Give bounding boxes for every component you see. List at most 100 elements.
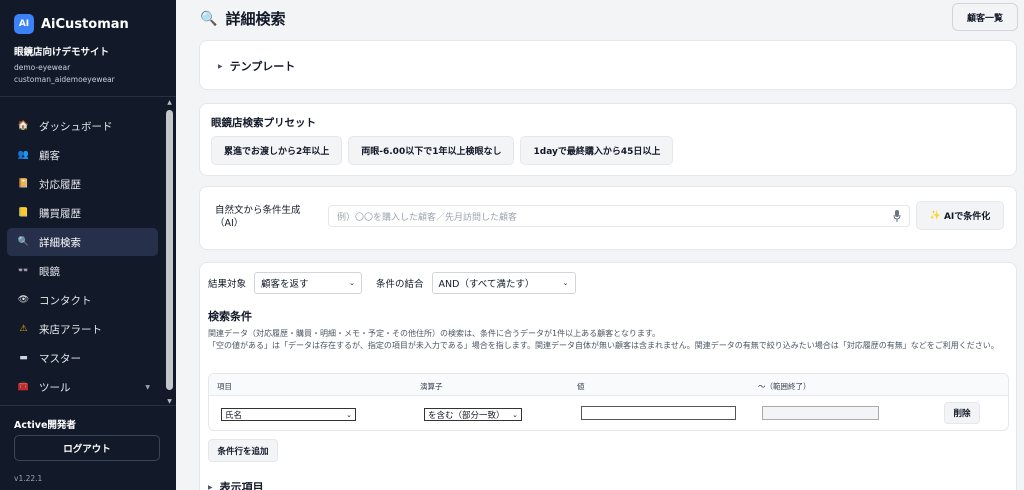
- sidebar-item-contacts[interactable]: 👁 コンタクト: [7, 286, 158, 314]
- sidebar-item-tools[interactable]: 🧰 ツール ▼: [7, 373, 158, 401]
- conditions-title: 検索条件: [208, 310, 252, 323]
- value-input[interactable]: [581, 406, 736, 420]
- caret-right-icon: ▶: [208, 483, 213, 490]
- display-items-label: 表示項目: [219, 481, 264, 490]
- help-line-2: 「空の値がある」は「データは存在するが、指定の項目が未入力である」場合を指します…: [208, 340, 999, 350]
- target-select[interactable]: 顧客を返す ⌄: [254, 272, 363, 294]
- field-select[interactable]: 氏名 ⌄: [221, 408, 356, 421]
- column-header-value: 値: [577, 382, 585, 391]
- table-row: 氏名 ⌄ を含む（部分一致） ⌄ 削除: [209, 396, 1008, 430]
- preset-button[interactable]: 1dayで最終購入から45日以上: [520, 136, 674, 165]
- search-card: 結果対象 顧客を返す ⌄ 条件の結合 AND（すべて満たす） ⌄ 検索条件 関連デー…: [199, 262, 1017, 490]
- logout-button[interactable]: ログアウト: [14, 435, 160, 461]
- notebook-icon: 📔: [17, 179, 30, 189]
- column-header-operator: 演算子: [420, 382, 443, 391]
- glasses-icon: 👓: [17, 266, 30, 276]
- template-label: テンプレート: [229, 60, 296, 73]
- version-label: v1.22.1: [14, 474, 43, 483]
- table-header: 項目 演算子 値 〜（範囲終了）: [209, 374, 1008, 396]
- conditions-help: 関連データ（対応履歴・購買・明細・メモ・予定・その他住所）の検索は、条件に合うデ…: [208, 328, 1008, 351]
- target-label: 結果対象: [208, 279, 247, 290]
- magnifier-icon: 🔍: [200, 10, 218, 27]
- folder-icon: ▬: [19, 353, 28, 363]
- ai-conditionize-label: AIで条件化: [943, 212, 991, 222]
- site-meta: demo-eyewear customan_aidemoeyewear: [0, 58, 176, 86]
- sparkles-icon: ✨: [929, 210, 941, 221]
- column-header-field: 項目: [217, 382, 232, 391]
- combine-label: 条件の結合: [376, 279, 424, 290]
- sidebar-nav: 🏠 ダッシュボード 👥 顧客 📔 対応履歴 📒 購買履歴 🔍 詳細検索 👓 眼鏡 👁 コンタク…: [0, 97, 176, 401]
- display-items-toggle[interactable]: ▶ 表示項目: [208, 479, 264, 490]
- preset-button[interactable]: 累進でお渡しから2年以上: [211, 136, 343, 165]
- sidebar-item-support-history[interactable]: 📔 対応履歴: [7, 170, 158, 198]
- presets-card: 眼鏡店検索プリセット 累進でお渡しから2年以上 両眼-6.00以下で1年以上検眼…: [199, 103, 1017, 176]
- ai-conditionize-button[interactable]: ✨ AIで条件化: [916, 201, 1004, 230]
- warning-icon: ⚠: [19, 324, 28, 334]
- presets-title: 眼鏡店検索プリセット: [211, 117, 316, 129]
- natural-language-label-line2: （AI）: [215, 218, 244, 229]
- help-line-1: 関連データ（対応履歴・購買・明細・メモ・予定・その他住所）の検索は、条件に合うデ…: [208, 329, 661, 338]
- sidebar-item-label: 対応履歴: [39, 178, 81, 191]
- sidebar-item-label: 顧客: [39, 149, 60, 162]
- page-title-text: 詳細検索: [225, 10, 286, 28]
- natural-language-label: 自然文から条件生成 （AI）: [215, 204, 301, 230]
- operator-select[interactable]: を含む（部分一致） ⌄: [424, 408, 522, 421]
- natural-language-label-line1: 自然文から条件生成: [215, 205, 301, 216]
- target-select-value: 顧客を返す: [261, 279, 309, 290]
- template-card: ▶ テンプレート: [199, 40, 1017, 90]
- user-name: Active開発者: [14, 420, 76, 431]
- scroll-down-icon[interactable]: ▼: [165, 397, 174, 406]
- field-select-value: 氏名: [225, 410, 243, 421]
- sidebar-item-label: ダッシュボード: [39, 120, 113, 133]
- sidebar-item-master[interactable]: ▬ マスター: [7, 344, 158, 372]
- range-end-input: [762, 406, 879, 420]
- scroll-up-icon[interactable]: ▲: [165, 98, 174, 107]
- house-icon: 🏠: [17, 121, 30, 131]
- chevron-down-icon: ▼: [145, 383, 150, 391]
- sidebar-item-label: ツール: [39, 381, 71, 394]
- scroll-thumb[interactable]: [166, 110, 173, 390]
- add-condition-button[interactable]: 条件行を追加: [208, 439, 278, 462]
- sidebar-item-label: 来店アラート: [39, 323, 102, 336]
- brand-logo-icon: AI: [14, 14, 34, 34]
- sidebar-item-purchase-history[interactable]: 📒 購買履歴: [7, 199, 158, 227]
- sidebar: AI AiCustoman 眼鏡店向けデモサイト demo-eyewear cu…: [0, 0, 176, 490]
- microphone-icon[interactable]: [893, 210, 901, 222]
- sidebar-item-label: マスター: [39, 352, 81, 365]
- operator-select-value: を含む（部分一致）: [428, 410, 505, 421]
- main-content: 🔍 詳細検索 顧客一覧 ▶ テンプレート 眼鏡店検索プリセット 累進でお渡しから…: [176, 0, 1024, 490]
- chevron-down-icon: ⌄: [512, 410, 518, 419]
- site-name: 眼鏡店向けデモサイト: [14, 47, 110, 58]
- chevron-down-icon: ⌄: [349, 279, 356, 287]
- sidebar-item-dashboard[interactable]: 🏠 ダッシュボード: [7, 112, 158, 140]
- sidebar-item-advanced-search[interactable]: 🔍 詳細検索: [7, 228, 158, 256]
- sidebar-item-label: 購買履歴: [39, 207, 81, 220]
- combine-select[interactable]: AND（すべて満たす） ⌄: [431, 272, 576, 294]
- sidebar-scrollbar[interactable]: ▲ ▼: [165, 97, 174, 407]
- site-id: demo-eyewear: [14, 63, 71, 72]
- sidebar-item-label: コンタクト: [39, 294, 92, 307]
- sidebar-item-label: 詳細検索: [39, 236, 81, 249]
- column-header-range-end: 〜（範囲終了）: [758, 382, 811, 391]
- account-id: customan_aidemoeyewear: [14, 75, 115, 84]
- natural-language-placeholder: 例）〇〇を購入した顧客／先月訪問した顧客: [337, 212, 518, 223]
- sidebar-item-label: 眼鏡: [39, 265, 60, 278]
- preset-button[interactable]: 両眼-6.00以下で1年以上検眼なし: [348, 136, 515, 165]
- chevron-down-icon: ⌄: [346, 410, 352, 419]
- search-options-row: 結果対象 顧客を返す ⌄ 条件の結合 AND（すべて満たす） ⌄: [208, 272, 576, 294]
- sidebar-item-glasses[interactable]: 👓 眼鏡: [7, 257, 158, 285]
- brand-name: AiCustoman: [41, 16, 129, 32]
- sidebar-item-visit-alert[interactable]: ⚠ 来店アラート: [7, 315, 158, 343]
- sidebar-nav-container: 🏠 ダッシュボード 👥 顧客 📔 対応履歴 📒 購買履歴 🔍 詳細検索 👓 眼鏡 👁 コンタク…: [0, 96, 176, 406]
- delete-row-button[interactable]: 削除: [944, 402, 980, 424]
- customer-list-button[interactable]: 顧客一覧: [952, 3, 1018, 31]
- preset-buttons: 累進でお渡しから2年以上 両眼-6.00以下で1年以上検眼なし 1dayで最終購…: [211, 136, 674, 165]
- eye-icon: 👁: [17, 295, 30, 305]
- chevron-down-icon: ⌄: [562, 279, 569, 287]
- natural-language-card: 自然文から条件生成 （AI） 例）〇〇を購入した顧客／先月訪問した顧客 ✨ AI…: [199, 186, 1017, 250]
- natural-language-input[interactable]: 例）〇〇を購入した顧客／先月訪問した顧客: [328, 205, 910, 227]
- magnifier-icon: 🔍: [17, 237, 30, 247]
- template-toggle[interactable]: ▶ テンプレート: [218, 58, 295, 74]
- page-title: 🔍 詳細検索: [200, 8, 285, 29]
- sidebar-item-customers[interactable]: 👥 顧客: [7, 141, 158, 169]
